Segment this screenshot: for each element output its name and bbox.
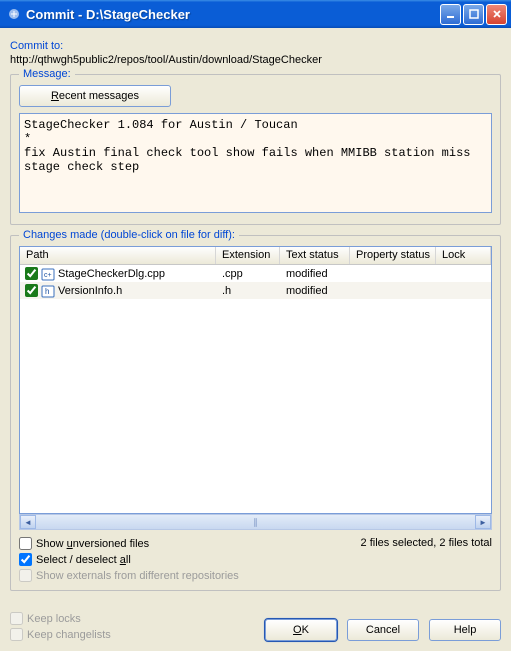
file-list[interactable]: Path Extension Text status Property stat… (19, 246, 492, 514)
file-ext: .cpp (216, 268, 280, 280)
col-extension[interactable]: Extension (216, 247, 280, 264)
message-group-title: Message: (19, 68, 75, 80)
keep-changelists-checkbox (10, 628, 23, 641)
col-text-status[interactable]: Text status (280, 247, 350, 264)
keep-locks-label: Keep locks (27, 613, 81, 625)
col-lock[interactable]: Lock (436, 247, 491, 264)
select-all-row[interactable]: Select / deselect all (19, 553, 353, 566)
close-button[interactable] (486, 4, 507, 25)
scroll-right-button[interactable]: ► (475, 515, 491, 529)
table-row[interactable]: h VersionInfo.h .hmodified (20, 282, 491, 299)
file-text-status: modified (280, 268, 350, 280)
file-name: StageCheckerDlg.cpp (58, 268, 165, 280)
show-unversioned-label: Show unversioned files (36, 538, 149, 550)
select-all-checkbox[interactable] (19, 553, 32, 566)
scroll-left-button[interactable]: ◄ (20, 515, 36, 529)
file-checkbox[interactable] (25, 267, 38, 280)
commit-url: http://qthwgh5public2/repos/tool/Austin/… (10, 54, 501, 66)
horizontal-scrollbar[interactable]: ◄ ∥ ► (19, 514, 492, 530)
svg-text:c+: c+ (44, 272, 52, 279)
scroll-track[interactable]: ∥ (36, 515, 475, 529)
keep-changelists-row: Keep changelists (10, 628, 255, 641)
show-unversioned-checkbox[interactable] (19, 537, 32, 550)
list-header[interactable]: Path Extension Text status Property stat… (20, 247, 491, 265)
col-property-status[interactable]: Property status (350, 247, 436, 264)
show-externals-checkbox (19, 569, 32, 582)
file-name: VersionInfo.h (58, 285, 122, 297)
keep-locks-row: Keep locks (10, 612, 255, 625)
commit-message-input[interactable] (19, 113, 492, 213)
file-checkbox[interactable] (25, 284, 38, 297)
file-text-status: modified (280, 285, 350, 297)
col-path[interactable]: Path (20, 247, 216, 264)
ok-button[interactable]: OK (265, 619, 337, 641)
minimize-button[interactable] (440, 4, 461, 25)
keep-locks-checkbox (10, 612, 23, 625)
commit-to-label: Commit to: (10, 40, 501, 52)
show-externals-label: Show externals from different repositori… (36, 570, 239, 582)
keep-changelists-label: Keep changelists (27, 629, 111, 641)
show-unversioned-row[interactable]: Show unversioned files (19, 537, 353, 550)
maximize-button[interactable] (463, 4, 484, 25)
h-file-icon: h (41, 284, 55, 298)
svg-text:h: h (45, 287, 49, 296)
show-externals-row: Show externals from different repositori… (19, 569, 353, 582)
table-row[interactable]: c+ StageCheckerDlg.cpp .cppmodified (20, 265, 491, 282)
file-ext: .h (216, 285, 280, 297)
app-icon (6, 6, 22, 22)
window-title: Commit - D:\StageChecker (26, 7, 440, 22)
recent-messages-button[interactable]: Recent messages (19, 85, 171, 107)
help-button[interactable]: Help (429, 619, 501, 641)
selection-status: 2 files selected, 2 files total (361, 537, 492, 549)
select-all-label: Select / deselect all (36, 554, 131, 566)
cancel-button[interactable]: Cancel (347, 619, 419, 641)
cpp-file-icon: c+ (41, 267, 55, 281)
changes-group-title: Changes made (double-click on file for d… (19, 229, 239, 241)
